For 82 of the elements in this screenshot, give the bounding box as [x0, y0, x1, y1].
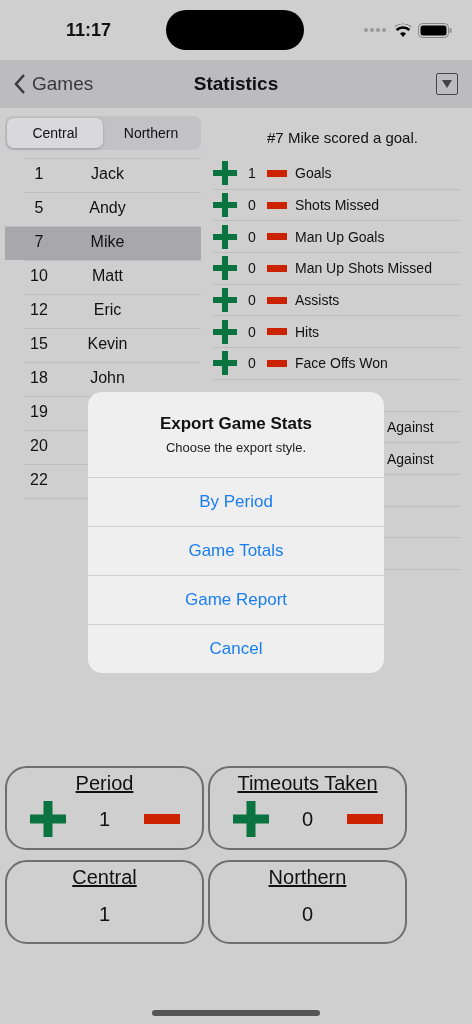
plus-icon[interactable] — [213, 256, 237, 281]
minus-icon[interactable] — [267, 264, 287, 272]
dialog-title: Export Game Stats — [158, 414, 314, 434]
team-segment[interactable]: Northern — [103, 118, 199, 148]
counter-value: 0 — [301, 807, 314, 831]
plus-icon[interactable] — [213, 193, 237, 218]
triangle-down-icon — [442, 80, 452, 88]
dropdown-button[interactable] — [436, 73, 458, 95]
stat-value: 0 — [247, 197, 257, 214]
plus-icon[interactable] — [232, 801, 269, 837]
player-row[interactable]: 1 Jack — [24, 158, 201, 192]
team-segment[interactable]: Central — [7, 118, 103, 148]
plus-icon[interactable] — [213, 161, 237, 186]
stat-value: 0 — [247, 260, 257, 277]
stat-label: Goals — [295, 165, 332, 182]
player-row[interactable]: 12 Eric — [24, 294, 201, 328]
plus-icon[interactable] — [213, 224, 237, 249]
player-name: Jack — [90, 165, 125, 183]
dialog-action-button[interactable]: Cancel — [88, 624, 384, 673]
player-name: Mike — [89, 233, 126, 251]
score-value: 0 — [301, 903, 314, 926]
stat-label: Man Up Goals — [295, 228, 385, 245]
minus-icon[interactable] — [267, 201, 287, 209]
player-name: John — [89, 369, 126, 387]
stat-value: 1 — [247, 165, 257, 182]
back-button[interactable]: Games — [14, 73, 94, 95]
player-number: 15 — [29, 335, 49, 353]
signal-dots-icon — [364, 28, 388, 32]
minus-icon[interactable] — [143, 814, 180, 824]
event-message: #7 Mike scored a goal. — [266, 127, 419, 148]
counter-title: Northern — [268, 866, 347, 889]
player-number: 5 — [33, 199, 45, 217]
player-number: 10 — [29, 267, 49, 285]
player-number: 7 — [33, 233, 45, 251]
dialog-message: Choose the export style. — [164, 440, 308, 455]
dialog-action-button[interactable]: Game Totals — [88, 526, 384, 575]
counter-title: Period — [75, 772, 134, 795]
player-number: 20 — [29, 437, 49, 455]
dialog-action-button[interactable]: Game Report — [88, 575, 384, 624]
stat-label: Against — [387, 418, 434, 435]
stat-label: Face Offs Won — [295, 355, 388, 372]
stat-value: 0 — [247, 228, 257, 245]
wifi-icon — [394, 23, 412, 37]
stat-label: Against — [387, 450, 434, 467]
player-name: Matt — [90, 267, 125, 285]
stat-value: 0 — [247, 323, 257, 340]
player-name: Andy — [88, 199, 127, 217]
stat-label: Assists — [295, 292, 340, 309]
player-number: 12 — [29, 301, 49, 319]
player-number: 19 — [29, 403, 49, 421]
plus-icon[interactable] — [213, 288, 237, 313]
status-time: 11:17 — [66, 19, 113, 41]
player-number: 18 — [29, 369, 49, 387]
plus-icon[interactable] — [213, 351, 237, 376]
stat-label: Man Up Shots Missed — [295, 260, 432, 277]
player-number: 22 — [29, 471, 49, 489]
screen-title: Statistics — [193, 73, 279, 95]
stat-label: Shots Missed — [295, 197, 380, 214]
minus-icon[interactable] — [346, 814, 383, 824]
dialog-action-button[interactable]: By Period — [88, 477, 384, 526]
minus-icon[interactable] — [267, 169, 287, 177]
counter-title: Central — [72, 866, 137, 889]
minus-icon[interactable] — [267, 328, 287, 336]
player-name: Eric — [92, 301, 123, 319]
stat-value: 0 — [247, 355, 257, 372]
plus-icon[interactable] — [213, 319, 237, 344]
chevron-left-icon — [14, 73, 26, 95]
minus-icon[interactable] — [267, 233, 287, 241]
selected-player-row[interactable]: 7 Mike — [5, 226, 201, 260]
minus-icon[interactable] — [267, 359, 287, 367]
player-row[interactable]: 15 Kevin — [24, 328, 201, 362]
counter-value: 1 — [98, 807, 111, 831]
minus-icon[interactable] — [267, 296, 287, 304]
plus-icon[interactable] — [29, 801, 66, 837]
player-row[interactable]: 10 Matt — [24, 260, 201, 294]
score-value: 1 — [98, 903, 111, 926]
stat-label: Hits — [295, 323, 320, 340]
battery-icon — [418, 22, 452, 38]
counter-title: Timeouts Taken — [237, 772, 378, 795]
player-name: Kevin — [86, 335, 129, 353]
stat-value: 0 — [247, 292, 257, 309]
player-number: 1 — [33, 165, 45, 183]
